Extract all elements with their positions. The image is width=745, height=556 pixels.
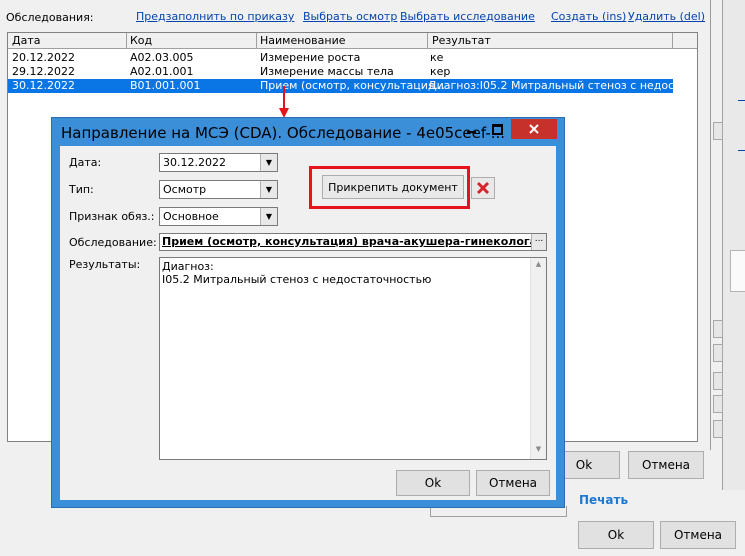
mandatory-value: Основное <box>163 210 219 223</box>
column-divider <box>256 33 257 48</box>
outer-window-frame <box>722 0 745 490</box>
vertical-scrollbar[interactable]: ▲ ▼ <box>530 258 546 459</box>
table-row[interactable]: 20.12.2022 A02.03.005 Измерение роста ке <box>8 51 673 64</box>
cell-name: Измерение роста <box>260 51 361 64</box>
side-button-stub[interactable] <box>713 372 723 390</box>
cell-result: ке <box>430 51 444 64</box>
create-link[interactable]: Создать (ins) <box>551 10 626 23</box>
side-button-stub[interactable] <box>713 420 723 438</box>
cell-result: кер <box>430 65 451 78</box>
remove-attachment-button[interactable] <box>471 177 495 199</box>
minimize-icon <box>467 131 476 133</box>
dialog-window: Направление на МСЭ (CDA). Обследование -… <box>51 117 565 508</box>
exams-section-label: Обследования: <box>6 11 94 24</box>
dialog-client: Дата: 30.12.2022 ▼ Тип: Осмотр ▼ Признак… <box>60 146 556 500</box>
results-line: I05.2 Митральный стеноз с недостаточност… <box>162 273 432 286</box>
date-value: 30.12.2022 <box>163 156 226 169</box>
scroll-up-icon[interactable]: ▲ <box>531 260 546 272</box>
side-link-stub <box>738 150 745 151</box>
side-panel-stub <box>730 250 745 292</box>
cell-code: A02.03.005 <box>130 51 194 64</box>
mandatory-label: Признак обяз.: <box>69 210 155 223</box>
side-button-stub[interactable] <box>713 320 723 338</box>
side-button-stub[interactable] <box>713 395 723 413</box>
cell-code: A02.01.001 <box>130 65 194 78</box>
results-label: Результаты: <box>69 258 141 271</box>
minimize-button[interactable] <box>459 119 484 139</box>
type-value: Осмотр <box>163 183 207 196</box>
maximize-icon <box>492 123 503 135</box>
cell-date: 29.12.2022 <box>12 65 75 78</box>
cell-name: Измерение массы тела <box>260 65 394 78</box>
select-study-link[interactable]: Выбрать исследование <box>400 10 535 23</box>
delete-icon <box>476 181 490 195</box>
scroll-down-icon[interactable]: ▼ <box>531 445 546 457</box>
dialog-cancel-button[interactable]: Отмена <box>476 470 550 496</box>
chevron-down-icon[interactable]: ▼ <box>260 154 277 171</box>
cell-date: 20.12.2022 <box>12 51 75 64</box>
column-divider <box>126 33 127 48</box>
close-button[interactable] <box>511 119 557 139</box>
cancel-button-inner[interactable]: Отмена <box>628 451 704 479</box>
dialog-title: Направление на МСЭ (CDA). Обследование -… <box>61 124 506 142</box>
table-row-selected[interactable]: 30.12.2022 B01.001.001 Прием (осмотр, ко… <box>8 79 673 93</box>
mandatory-select[interactable]: Основное ▼ <box>159 207 278 226</box>
column-header-name[interactable]: Наименование <box>260 34 345 47</box>
ok-button-outer[interactable]: Ok <box>578 521 654 549</box>
results-line: Диагноз: <box>162 260 214 273</box>
print-link[interactable]: Печать <box>579 493 628 507</box>
date-label: Дата: <box>69 156 102 169</box>
delete-link[interactable]: Удалить (del) <box>628 10 705 23</box>
side-link-stub <box>738 100 745 101</box>
column-header-date[interactable]: Дата <box>12 34 40 47</box>
chevron-down-icon[interactable]: ▼ <box>260 208 277 225</box>
table-row[interactable]: 29.12.2022 A02.01.001 Измерение массы те… <box>8 65 673 78</box>
maximize-button[interactable] <box>485 119 510 139</box>
side-button-stub[interactable] <box>713 122 723 140</box>
attach-document-button[interactable]: Прикрепить документ <box>322 175 464 199</box>
close-icon <box>529 124 539 134</box>
cell-date: 30.12.2022 <box>12 79 75 92</box>
side-button-stub[interactable] <box>713 344 723 362</box>
column-divider <box>427 33 428 48</box>
dialog-ok-button[interactable]: Ok <box>396 470 470 496</box>
cell-code: B01.001.001 <box>130 79 201 92</box>
exam-browse-button[interactable]: ... <box>531 234 546 250</box>
prefill-by-order-link[interactable]: Предзаполнить по приказу <box>136 10 294 23</box>
type-label: Тип: <box>69 183 94 196</box>
exam-field[interactable]: Прием (осмотр, консультация) врача-акуше… <box>159 233 547 251</box>
type-select[interactable]: Осмотр ▼ <box>159 180 278 199</box>
cell-result: Диагноз:I05.2 Митральный стеноз с недост… <box>428 79 673 92</box>
results-textarea[interactable]: Диагноз: I05.2 Митральный стеноз с недос… <box>159 257 547 460</box>
column-header-code[interactable]: Код <box>130 34 152 47</box>
annotation-arrow <box>279 86 289 118</box>
column-header-result[interactable]: Результат <box>432 34 491 47</box>
select-exam-link[interactable]: Выбрать осмотр <box>303 10 397 23</box>
column-divider <box>672 33 673 48</box>
grid-header: Дата Код Наименование Результат <box>8 33 697 49</box>
exam-label: Обследование: <box>69 236 157 249</box>
chevron-down-icon[interactable]: ▼ <box>260 181 277 198</box>
exam-value: Прием (осмотр, консультация) врача-акуше… <box>162 235 547 248</box>
cancel-button-outer[interactable]: Отмена <box>660 521 736 549</box>
date-picker[interactable]: 30.12.2022 ▼ <box>159 153 278 172</box>
